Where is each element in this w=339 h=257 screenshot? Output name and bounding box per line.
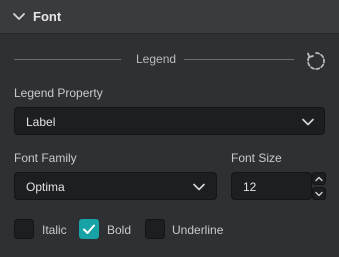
legend-divider-label: Legend — [136, 52, 177, 66]
chevron-down-icon — [315, 191, 323, 197]
reset-rotate-icon — [307, 52, 325, 70]
font-size-label: Font Size — [231, 151, 282, 165]
legend-property-value: Label — [26, 115, 56, 129]
font-family-value: Optima — [26, 180, 65, 194]
font-family-label: Font Family — [14, 151, 77, 165]
font-size-input[interactable]: 12 — [231, 172, 312, 200]
reset-button[interactable] — [305, 50, 327, 72]
stepper-up-button[interactable] — [312, 172, 326, 185]
font-size-stepper — [312, 172, 326, 200]
italic-checkbox[interactable] — [14, 219, 34, 239]
legend-divider: Legend — [14, 50, 324, 70]
stepper-down-button[interactable] — [312, 187, 326, 200]
chevron-down-icon — [13, 13, 25, 20]
underline-checkbox[interactable] — [145, 219, 165, 239]
chevron-down-icon — [193, 183, 205, 191]
legend-property-label: Legend Property — [14, 86, 103, 100]
chevron-up-icon — [315, 176, 323, 182]
checkmark-icon — [83, 224, 95, 234]
legend-property-select[interactable]: Label — [14, 107, 325, 135]
divider-line-left — [14, 59, 121, 60]
section-header-font[interactable]: Font — [0, 0, 339, 34]
divider-line-right — [184, 59, 294, 60]
font-size-value: 12 — [243, 180, 257, 194]
bold-checkbox[interactable] — [79, 219, 99, 239]
font-family-select[interactable]: Optima — [14, 172, 217, 200]
section-title: Font — [33, 9, 62, 24]
underline-label: Underline — [172, 223, 224, 237]
chevron-down-icon — [302, 118, 314, 126]
italic-label: Italic — [42, 223, 67, 237]
bold-label: Bold — [107, 223, 132, 237]
